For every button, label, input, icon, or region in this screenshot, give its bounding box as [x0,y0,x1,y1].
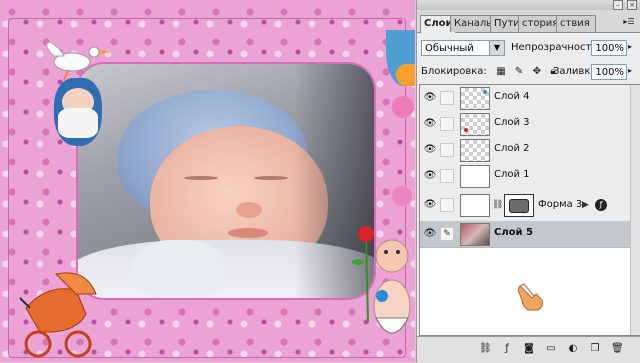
layer-style-icon[interactable]: ƒ [595,199,607,211]
layer-thumbnail [460,139,490,162]
lock-transparency-icon[interactable]: ▦ [495,66,507,78]
eye-icon[interactable]: 👁︎ [423,143,437,157]
panel-tabs: Слои Каналы Пути стория ствия ▸☰ [417,10,640,33]
brush-icon[interactable]: ✎ [440,227,454,241]
eye-icon[interactable]: 👁︎ [423,198,437,212]
layer-row[interactable]: 👁︎ Слой 1 [420,163,630,190]
add-style-icon[interactable]: ƒ [501,343,513,355]
layer-thumbnail [460,223,490,246]
baby-carriage-illustration [19,272,97,358]
layer-thumbnail [460,194,490,217]
link-slot[interactable] [440,169,454,183]
link-slot[interactable] [440,198,454,212]
adjustment-layer-icon[interactable]: ◐ [567,343,579,355]
layer-thumbnail [460,87,490,110]
layer-name[interactable]: Слой 5 [494,227,533,238]
lock-row: Блокировка: ▦ ✎ ✥ 🔒︎ Заливка: 100% ▸ [421,64,637,82]
eye-icon[interactable]: 👁︎ [423,227,437,241]
baby-photo [78,64,374,298]
link-slot[interactable] [440,117,454,131]
blend-row: Обычный ▼ Непрозрачность: 100% ▸ [421,40,637,58]
layers-scrollbar[interactable] [630,85,640,335]
chevron-down-icon[interactable]: ▼ [489,41,504,55]
layer-name[interactable]: Слой 3 [494,117,530,128]
lock-position-icon[interactable]: ✥ [531,66,543,78]
link-slot[interactable] [440,143,454,157]
hand-cursor-icon [517,283,543,311]
opacity-label: Непрозрачность: [511,42,601,53]
add-mask-icon[interactable]: ◙ [523,343,535,355]
layer-name[interactable]: Форма 3 [538,199,582,210]
layer-row[interactable]: 👁︎ Слой 2 [420,137,630,164]
layer-name[interactable]: Слой 4 [494,91,530,102]
panel-title-bar[interactable]: – × [417,0,640,10]
new-layer-icon[interactable]: ❐ [589,343,601,355]
stork-illustration [46,41,112,80]
blend-mode-value: Обычный [425,43,474,54]
pink-rose-decoration [392,186,412,206]
pink-rose-decoration [392,96,414,118]
document-canvas[interactable] [0,0,415,362]
layer-row[interactable]: 👁︎ Слой 4 [420,85,630,112]
vector-mask-thumbnail[interactable] [504,194,534,217]
link-layers-icon[interactable]: ⛓︎ [479,343,492,355]
layer-row-selected[interactable]: 👁︎ ✎ Слой 5 [420,221,630,248]
layers-toolbar: ⛓︎ ƒ ◙ ▭ ◐ ❐ 🗑︎ [417,336,640,363]
trash-icon[interactable]: 🗑︎ [611,343,624,355]
close-icon[interactable]: × [627,0,637,10]
link-slot[interactable] [440,91,454,105]
opacity-input[interactable]: 100% [591,40,627,56]
baby-with-rose-illustration [352,226,411,334]
panel-menu-icon[interactable]: ▸☰ [623,16,635,27]
eye-icon[interactable]: 👁︎ [423,169,437,183]
layer-name[interactable]: Слой 1 [494,169,530,180]
layer-thumbnail [460,113,490,136]
lock-image-icon[interactable]: ✎ [513,66,525,78]
baby-bundle-illustration [54,78,102,146]
new-group-icon[interactable]: ▭ [545,343,557,355]
tab-actions[interactable]: ствия [556,15,596,32]
blend-mode-select[interactable]: Обычный ▼ [421,40,505,56]
layer-thumbnail [460,165,490,188]
minimize-icon[interactable]: – [613,0,623,10]
chain-link-icon[interactable]: ⛓︎ [492,200,503,210]
eye-icon[interactable]: 👁︎ [423,91,437,105]
fill-input[interactable]: 100% [591,64,627,80]
eye-icon[interactable]: 👁︎ [423,117,437,131]
toy-duck-bill [396,64,415,86]
layer-row[interactable]: 👁︎ ⛓︎ Форма 3 ▶ ƒ [420,189,630,222]
opacity-slider-icon[interactable]: ▸ [628,42,632,51]
expand-effects-icon[interactable]: ▶ [582,200,589,210]
layer-name[interactable]: Слой 2 [494,143,530,154]
layer-row[interactable]: 👁︎ Слой 3 [420,111,630,138]
lock-label: Блокировка: [421,66,487,77]
fill-slider-icon[interactable]: ▸ [628,66,632,75]
